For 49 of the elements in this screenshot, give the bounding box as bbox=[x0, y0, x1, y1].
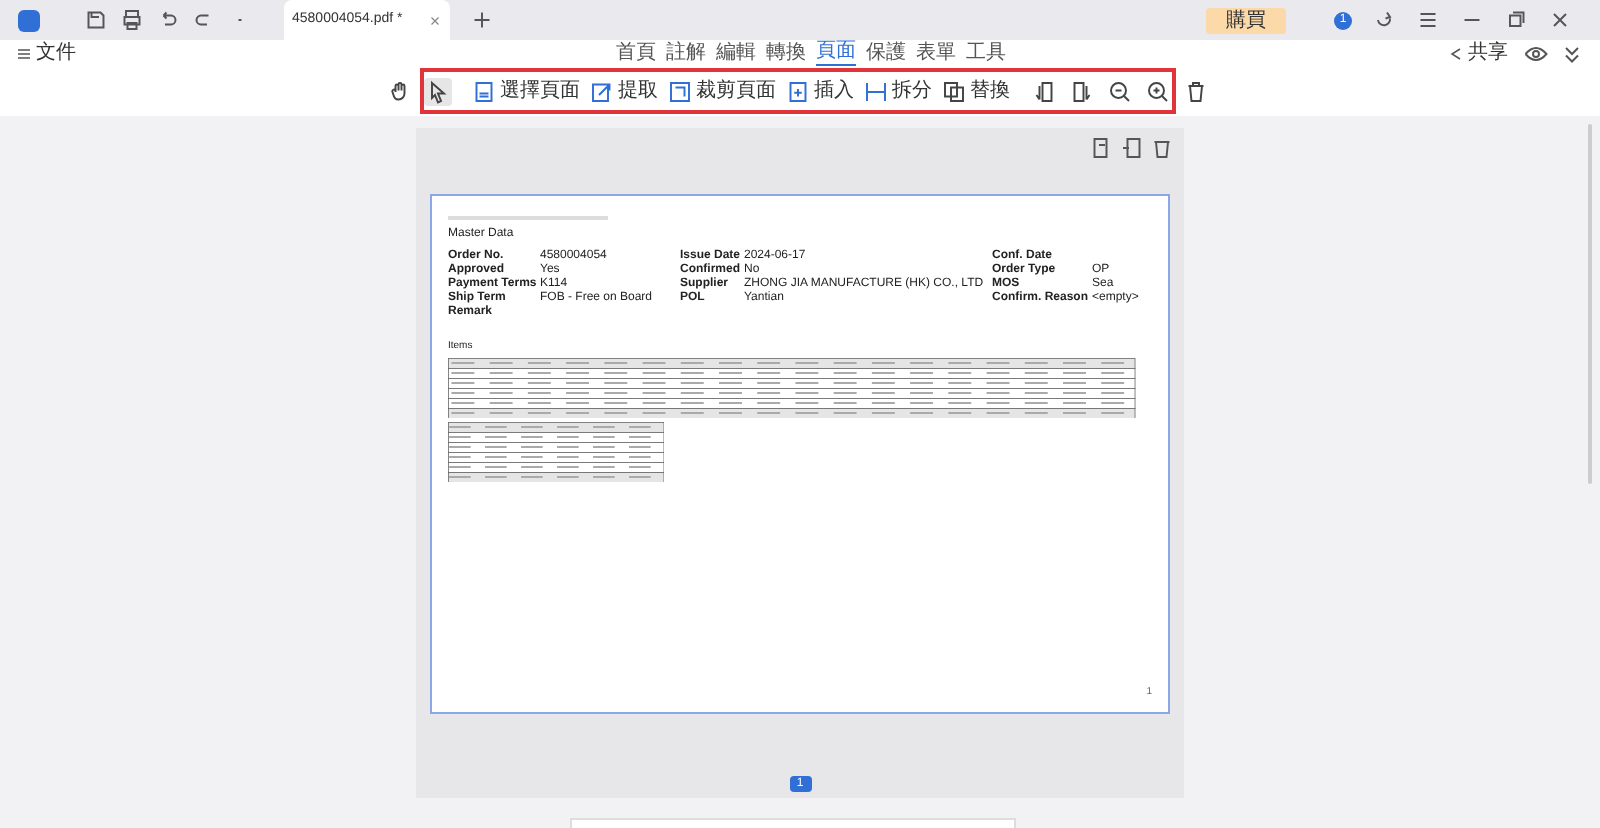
refresh-icon[interactable] bbox=[1372, 8, 1396, 32]
buy-button[interactable]: 購買 bbox=[1206, 7, 1286, 33]
delete-icon[interactable] bbox=[1150, 136, 1174, 160]
share-icon bbox=[1448, 45, 1464, 61]
toolbar-button[interactable]: 插入 bbox=[786, 79, 854, 103]
toolbar-button[interactable] bbox=[1144, 77, 1172, 105]
replace-icon bbox=[942, 79, 966, 103]
restore-icon[interactable] bbox=[1504, 8, 1528, 32]
toolbar-button[interactable] bbox=[1068, 77, 1096, 105]
zoom-out-icon bbox=[1108, 79, 1132, 103]
split-icon bbox=[864, 79, 888, 103]
collapse-icon[interactable] bbox=[1560, 41, 1584, 65]
menu-icon bbox=[16, 45, 32, 61]
print-icon[interactable] bbox=[120, 8, 144, 32]
menu-icon[interactable] bbox=[1416, 8, 1440, 32]
ribbon-tab[interactable]: 編輯 bbox=[716, 40, 756, 66]
ribbon-tab[interactable]: 工具 bbox=[966, 40, 1006, 66]
rotate-left-icon bbox=[1032, 79, 1056, 103]
toolbar-button[interactable] bbox=[1030, 77, 1058, 105]
new-tab-icon[interactable] bbox=[470, 8, 494, 32]
toolbar-button[interactable]: 提取 bbox=[590, 79, 658, 103]
eye-icon[interactable] bbox=[1524, 41, 1548, 65]
page-icon bbox=[472, 79, 496, 103]
save-icon[interactable] bbox=[84, 8, 108, 32]
page-action-icon[interactable] bbox=[1120, 136, 1144, 160]
toolbar-button[interactable]: 選擇頁面 bbox=[472, 79, 580, 103]
ribbon-tab[interactable]: 首頁 bbox=[616, 40, 656, 66]
toolbar-button[interactable]: 替換 bbox=[942, 79, 1010, 103]
insert-page-icon bbox=[786, 79, 810, 103]
pointer-icon bbox=[426, 79, 450, 103]
toolbar-button[interactable] bbox=[424, 77, 452, 105]
toolbar-button[interactable]: 拆分 bbox=[864, 79, 932, 103]
close-icon[interactable] bbox=[428, 13, 442, 27]
ribbon-tab[interactable]: 轉換 bbox=[766, 40, 806, 66]
toolbar-button[interactable] bbox=[1106, 77, 1134, 105]
scrollbar[interactable] bbox=[1588, 124, 1592, 484]
delete-icon bbox=[1184, 79, 1208, 103]
ribbon-tab[interactable]: 保護 bbox=[866, 40, 906, 66]
share-button[interactable]: 共享 bbox=[1448, 41, 1508, 65]
crop-icon bbox=[668, 79, 692, 103]
file-menu[interactable]: 文件 bbox=[16, 41, 76, 65]
ribbon-tab[interactable]: 表單 bbox=[916, 40, 956, 66]
toolbar-button[interactable]: 裁剪頁面 bbox=[668, 79, 776, 103]
zoom-in-icon bbox=[1146, 79, 1170, 103]
close-window-icon[interactable] bbox=[1548, 8, 1572, 32]
rotate-right-icon bbox=[1070, 79, 1094, 103]
extract-icon bbox=[590, 79, 614, 103]
app-logo-icon bbox=[18, 9, 40, 31]
ribbon-tab[interactable]: 註解 bbox=[666, 40, 706, 66]
